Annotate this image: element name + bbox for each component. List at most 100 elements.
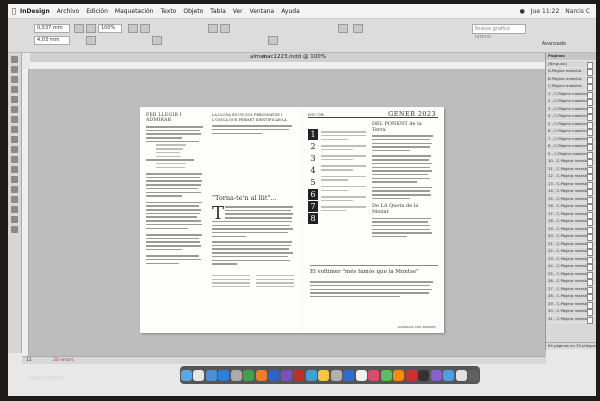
effects-icon[interactable] (268, 36, 278, 45)
menu-ver[interactable]: Ver (233, 8, 243, 15)
page-thumbnail-row[interactable]: 15 - C-Página maestra (546, 196, 596, 204)
dock-app-icon[interactable] (293, 369, 305, 381)
flip-icon[interactable] (140, 24, 150, 33)
page-thumbnail-row[interactable]: 19 - C-Página maestra (546, 226, 596, 234)
page-thumbnail-row[interactable]: 7 - C-Página maestra (546, 136, 596, 144)
menu-ayuda[interactable]: Ayuda (281, 8, 300, 15)
page-thumbnail-row[interactable]: 25 - C-Página maestra (546, 271, 596, 279)
apple-icon[interactable]:  (8, 7, 20, 15)
page-thumbnail-row[interactable]: 22 - C-Página maestra (546, 248, 596, 256)
gradient-tool-icon[interactable] (11, 176, 18, 183)
fill-stroke-icon[interactable] (11, 226, 18, 233)
rectangle-tool-icon[interactable] (11, 146, 18, 153)
dock-app-icon[interactable] (218, 369, 230, 381)
line-tool-icon[interactable] (11, 106, 18, 113)
dock-app-icon[interactable] (243, 369, 255, 381)
page-thumbnail-row[interactable]: 24 - C-Página maestra (546, 263, 596, 271)
y-field[interactable]: 4,03 mm (34, 36, 70, 45)
dock-app-icon[interactable] (305, 369, 317, 381)
clock[interactable]: Jue 11:22 (531, 8, 559, 15)
scissors-tool-icon[interactable] (11, 156, 18, 163)
wrap-icon[interactable] (338, 24, 348, 33)
page-thumbnail-row[interactable]: [Ninguna] (546, 61, 596, 69)
desktop-file-label[interactable]: P1080740.JPG (28, 376, 63, 382)
hand-tool-icon[interactable] (11, 206, 18, 213)
dock-app-icon[interactable] (318, 369, 330, 381)
right-page[interactable]: DIU OR. GENER 2023 1 2 3 4 5 6 7 8 DEL P… (302, 107, 444, 333)
dock-app-icon[interactable] (380, 369, 392, 381)
pencil-tool-icon[interactable] (11, 126, 18, 133)
page-thumbnail-row[interactable]: 20 - C-Página maestra (546, 233, 596, 241)
dock-app-icon[interactable] (355, 369, 367, 381)
page-thumbnail-row[interactable]: 9 - C-Página maestra (546, 151, 596, 159)
page-thumbnail-row[interactable]: 12 - C-Página maestra (546, 173, 596, 181)
page-thumbnail-row[interactable]: 18 - C-Página maestra (546, 218, 596, 226)
rotate-icon[interactable] (128, 24, 138, 33)
dock-app-icon[interactable] (430, 369, 442, 381)
page-number[interactable]: 11 (26, 358, 32, 363)
page-thumbnail-row[interactable]: A-Página maestra (546, 68, 596, 76)
height-icon[interactable] (86, 36, 96, 45)
dock-app-icon[interactable] (368, 369, 380, 381)
dock-app-icon[interactable] (443, 369, 455, 381)
width-icon[interactable] (86, 24, 96, 33)
x-field[interactable]: 0,537 mm (34, 24, 70, 33)
page-thumbnail-row[interactable]: 21 - C-Página maestra (546, 241, 596, 249)
fill-icon[interactable] (208, 24, 218, 33)
left-page[interactable]: PER LLEGIR I ADMIRAR LA LLUNA ÉS UN SOL … (140, 107, 302, 333)
align-icon[interactable] (353, 24, 363, 33)
dock-app-icon[interactable] (418, 369, 430, 381)
dock-app-icon[interactable] (193, 369, 205, 381)
note-tool-icon[interactable] (11, 186, 18, 193)
menu-maquetacion[interactable]: Maquetación (115, 8, 154, 15)
free-transform-tool-icon[interactable] (11, 166, 18, 173)
preflight-errors[interactable]: 20 errors (53, 358, 73, 363)
page-thumbnail-row[interactable]: 2 - C-Página maestra (546, 98, 596, 106)
dock-app-icon[interactable] (180, 369, 192, 381)
page-thumbnail-row[interactable]: 10 - C-Página maestra (546, 158, 596, 166)
page-thumbnail-row[interactable]: 14 - C-Página maestra (546, 188, 596, 196)
rectangle-frame-tool-icon[interactable] (11, 136, 18, 143)
page-thumbnail-row[interactable]: C-Página maestra (546, 83, 596, 91)
page-thumbnail-row[interactable]: 29 - C-Página maestra (546, 301, 596, 309)
page-thumbnail-row[interactable]: 1 - C-Página maestra (546, 91, 596, 99)
gap-tool-icon[interactable] (11, 86, 18, 93)
wifi-icon[interactable]: ● (520, 8, 525, 15)
page-thumbnail-row[interactable]: 23 - C-Página maestra (546, 256, 596, 264)
page-thumbnail-row[interactable]: B-Página maestra (546, 76, 596, 84)
dock-app-icon[interactable] (393, 369, 405, 381)
dock-app-icon[interactable] (255, 369, 267, 381)
scale-x-field[interactable]: 100% (98, 24, 122, 33)
menu-texto[interactable]: Texto (161, 8, 177, 15)
pasteboard[interactable]: PER LLEGIR I ADMIRAR LA LLUNA ÉS UN SOL … (29, 69, 546, 356)
direct-selection-tool-icon[interactable] (11, 66, 18, 73)
menu-archivo[interactable]: Archivo (57, 8, 79, 15)
menu-app[interactable]: InDesign (20, 8, 50, 15)
page-thumbnail-row[interactable]: 11 - C-Página maestra (546, 166, 596, 174)
page-thumbnail-row[interactable]: 31 - C-Página maestra (546, 316, 596, 324)
workspace-selector[interactable]: Avanzado (542, 41, 566, 47)
page-thumbnail-row[interactable]: 8 - C-Página maestra (546, 143, 596, 151)
menu-tabla[interactable]: Tabla (210, 8, 226, 15)
page-thumbnail-row[interactable]: 28 - C-Página maestra (546, 293, 596, 301)
dock-app-icon[interactable] (468, 369, 480, 381)
dock-app-icon[interactable] (405, 369, 417, 381)
dock-app-icon[interactable] (280, 369, 292, 381)
page-thumbnail-row[interactable]: 6 - C-Página maestra (546, 128, 596, 136)
page-thumbnail-row[interactable]: 5 - C-Página maestra (546, 121, 596, 129)
eyedropper-tool-icon[interactable] (11, 196, 18, 203)
dock-app-icon[interactable] (268, 369, 280, 381)
dock-app-icon[interactable] (230, 369, 242, 381)
user-name[interactable]: Narcis C (565, 8, 590, 15)
dock-app-icon[interactable] (330, 369, 342, 381)
dock-app-icon[interactable] (343, 369, 355, 381)
page-thumbnail-row[interactable]: 3 - C-Página maestra (546, 106, 596, 114)
type-tool-icon[interactable] (11, 96, 18, 103)
menu-ventana[interactable]: Ventana (250, 8, 275, 15)
selection-tool-icon[interactable] (11, 56, 18, 63)
page-thumbnail-row[interactable]: 13 - C-Página maestra (546, 181, 596, 189)
stroke-icon[interactable] (152, 36, 162, 45)
zoom-tool-icon[interactable] (11, 216, 18, 223)
page-thumbnail-row[interactable]: 4 - C-Página maestra (546, 113, 596, 121)
vertical-ruler[interactable] (22, 69, 29, 357)
